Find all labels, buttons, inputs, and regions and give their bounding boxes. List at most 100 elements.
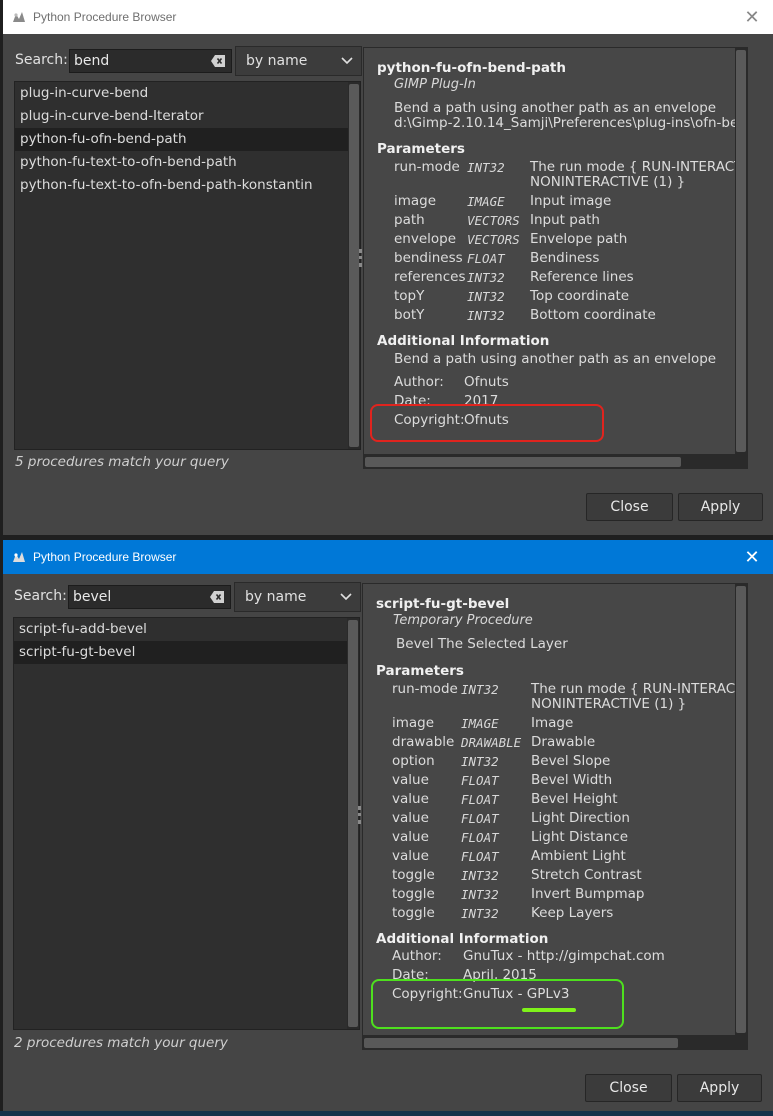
param-description-continued: NONINTERACTIVE (1) } bbox=[530, 174, 686, 190]
clear-search-icon[interactable] bbox=[210, 591, 224, 603]
close-window-icon[interactable]: ✕ bbox=[737, 2, 767, 32]
param-name: toggle bbox=[392, 886, 435, 902]
details-horizontal-scrollbar[interactable] bbox=[362, 1036, 748, 1050]
param-type: INT32 bbox=[461, 906, 499, 921]
param-name: value bbox=[392, 791, 429, 807]
param-description: Bevel Slope bbox=[531, 753, 611, 769]
list-scrollbar-thumb[interactable] bbox=[349, 84, 359, 447]
list-item-selected[interactable]: python-fu-ofn-bend-path bbox=[15, 128, 360, 151]
param-type: FLOAT bbox=[461, 830, 499, 845]
param-name: botY bbox=[394, 307, 425, 323]
param-type: INT32 bbox=[467, 160, 505, 175]
param-description: Image bbox=[531, 715, 574, 731]
param-name: bendiness bbox=[394, 250, 463, 266]
list-scrollbar-thumb[interactable] bbox=[348, 620, 358, 1027]
search-type-dropdown[interactable]: by name bbox=[234, 582, 361, 612]
additional-info-header: Additional Information bbox=[377, 333, 550, 349]
title-bar[interactable]: Python Procedure Browser ✕ bbox=[3, 0, 773, 34]
param-type: INT32 bbox=[461, 754, 499, 769]
details-vertical-scrollbar[interactable] bbox=[735, 48, 747, 454]
param-type: VECTORS bbox=[467, 213, 520, 228]
match-count-status: 5 procedures match your query bbox=[15, 454, 229, 470]
author-label: Author: bbox=[392, 948, 442, 964]
param-type: INT32 bbox=[461, 887, 499, 902]
param-type: INT32 bbox=[467, 308, 505, 323]
details-horizontal-scrollbar[interactable] bbox=[363, 455, 748, 469]
details-vertical-scrollbar[interactable] bbox=[735, 584, 747, 1035]
procedure-details-panel: python-fu-ofn-bend-path GIMP Plug-In Ben… bbox=[363, 47, 748, 455]
search-label: Search: bbox=[15, 52, 68, 68]
apply-button[interactable]: Apply bbox=[678, 493, 763, 521]
close-button[interactable]: Close bbox=[586, 493, 673, 521]
search-field[interactable] bbox=[69, 49, 232, 73]
list-item[interactable]: script-fu-add-bevel bbox=[14, 618, 359, 641]
procedure-name: script-fu-gt-bevel bbox=[376, 596, 510, 612]
parameters-header: Parameters bbox=[377, 141, 465, 157]
dropdown-value: by name bbox=[246, 53, 308, 69]
param-type: INT32 bbox=[461, 868, 499, 883]
window-title: Python Procedure Browser bbox=[33, 10, 177, 24]
param-type: VECTORS bbox=[467, 232, 520, 247]
procedure-details-panel: script-fu-gt-bevel Temporary Procedure B… bbox=[362, 583, 748, 1036]
param-description: Ambient Light bbox=[531, 848, 626, 864]
procedure-browser-window-1: Python Procedure Browser ✕ Search: by na… bbox=[3, 0, 773, 535]
param-description: Stretch Contrast bbox=[531, 867, 642, 883]
param-name: toggle bbox=[392, 867, 435, 883]
author-label: Author: bbox=[394, 374, 444, 390]
apply-button[interactable]: Apply bbox=[677, 1074, 762, 1102]
param-type: FLOAT bbox=[461, 811, 499, 826]
chevron-down-icon bbox=[340, 593, 352, 601]
param-type: IMAGE bbox=[461, 716, 499, 731]
details-vertical-scrollbar-thumb[interactable] bbox=[736, 50, 746, 452]
param-name: value bbox=[392, 810, 429, 826]
list-item-selected[interactable]: script-fu-gt-bevel bbox=[14, 641, 359, 664]
chevron-down-icon bbox=[341, 57, 353, 65]
param-name: topY bbox=[394, 288, 425, 304]
search-type-dropdown[interactable]: by name bbox=[235, 46, 362, 76]
match-count-status: 2 procedures match your query bbox=[14, 1035, 228, 1051]
procedure-list[interactable]: script-fu-add-bevel script-fu-gt-bevel bbox=[13, 617, 360, 1030]
procedure-name: python-fu-ofn-bend-path bbox=[377, 60, 566, 76]
param-description: Drawable bbox=[531, 734, 596, 750]
additional-blurb: Bend a path using another path as an env… bbox=[394, 351, 717, 367]
window-title: Python Procedure Browser bbox=[33, 550, 177, 564]
list-item[interactable]: plug-in-curve-bend-Iterator bbox=[15, 105, 360, 128]
title-bar[interactable]: Python Procedure Browser ✕ bbox=[3, 540, 773, 574]
search-input[interactable] bbox=[70, 50, 204, 72]
param-name: run-mode bbox=[392, 681, 458, 697]
details-horizontal-scrollbar-thumb[interactable] bbox=[364, 1038, 678, 1048]
param-type: INT32 bbox=[461, 682, 499, 697]
param-description: Input image bbox=[530, 193, 612, 209]
search-input[interactable] bbox=[69, 586, 203, 608]
param-description: Bevel Height bbox=[531, 791, 618, 807]
list-item[interactable]: python-fu-text-to-ofn-bend-path-konstant… bbox=[15, 174, 360, 197]
additional-info-header: Additional Information bbox=[376, 931, 549, 947]
details-horizontal-scrollbar-thumb[interactable] bbox=[365, 457, 681, 467]
param-name: envelope bbox=[394, 231, 457, 247]
search-label: Search: bbox=[14, 588, 67, 604]
procedure-blurb: Bend a path using another path as an env… bbox=[394, 100, 717, 116]
list-item[interactable]: python-fu-text-to-ofn-bend-path bbox=[15, 151, 360, 174]
close-button[interactable]: Close bbox=[585, 1074, 672, 1102]
list-item[interactable]: plug-in-curve-bend bbox=[15, 82, 360, 105]
close-window-icon[interactable]: ✕ bbox=[737, 542, 767, 572]
param-type: FLOAT bbox=[467, 251, 505, 266]
author-value: GnuTux - http://gimpchat.com bbox=[463, 948, 665, 964]
copyright-underline-mark bbox=[522, 1008, 576, 1012]
procedure-list[interactable]: plug-in-curve-bend plug-in-curve-bend-It… bbox=[14, 81, 361, 450]
search-field[interactable] bbox=[68, 585, 231, 609]
param-type: FLOAT bbox=[461, 849, 499, 864]
param-description-continued: NONINTERACTIVE (1) } bbox=[531, 696, 687, 712]
param-description: Input path bbox=[530, 212, 600, 228]
procedure-path: d:\Gimp-2.10.14_Samji\Preferences\plug-i… bbox=[394, 115, 748, 131]
copyright-highlight-box bbox=[370, 404, 604, 442]
param-name: image bbox=[394, 193, 437, 209]
param-description: Reference lines bbox=[530, 269, 634, 285]
clear-search-icon[interactable] bbox=[211, 55, 225, 67]
param-type: DRAWABLE bbox=[461, 735, 522, 750]
gimp-icon bbox=[13, 552, 25, 562]
dropdown-value: by name bbox=[245, 589, 307, 605]
procedure-browser-window-2: Python Procedure Browser ✕ Search: by na… bbox=[3, 540, 773, 1111]
details-vertical-scrollbar-thumb[interactable] bbox=[736, 586, 746, 1033]
param-name: image bbox=[392, 715, 435, 731]
